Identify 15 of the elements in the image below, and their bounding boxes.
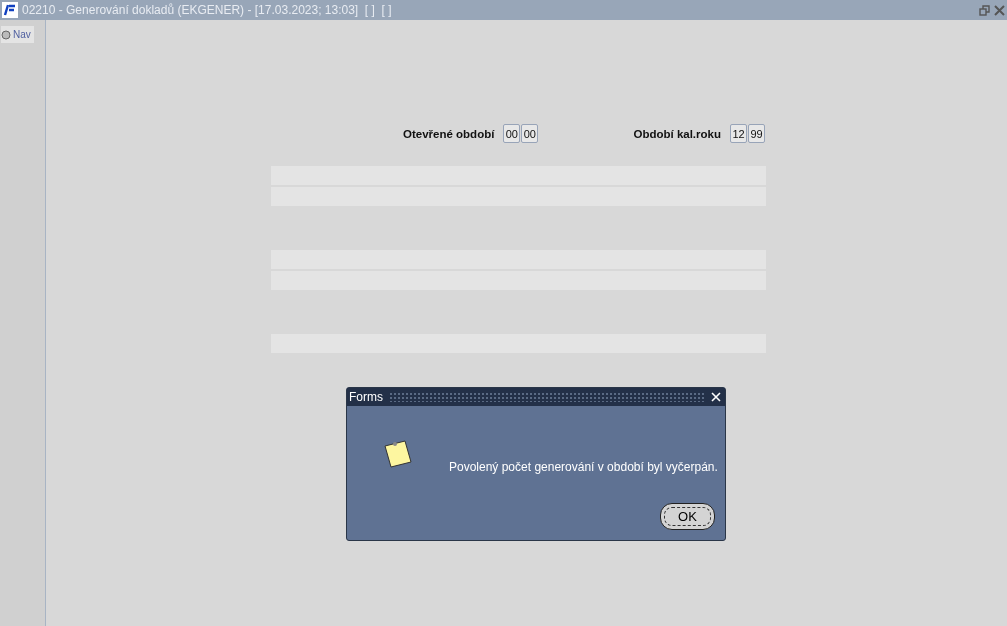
radio-icon <box>1 29 11 40</box>
app-logo-icon <box>2 2 18 18</box>
field-label: Otevřené období <box>403 127 495 140</box>
window-title: 02210 - Generování dokladů (EKGENER) - [17.03.2023; 13:03] [ ] [ ] <box>22 3 393 17</box>
field-label: Období kal.roku <box>633 127 721 140</box>
input-field[interactable]: 00 <box>521 124 539 143</box>
input-field[interactable]: 12 <box>730 124 747 143</box>
nav-item[interactable]: Nav <box>1 26 34 43</box>
dialog-title: Forms <box>349 390 383 404</box>
note-icon <box>383 438 415 470</box>
input-field[interactable]: 00 <box>503 124 521 143</box>
alert-message: Povolený počet generování v období byl vyčerpán. <box>449 460 718 474</box>
input-field[interactable]: 99 <box>748 124 765 143</box>
restore-icon[interactable] <box>979 4 990 16</box>
ok-button[interactable]: OK <box>660 503 715 530</box>
